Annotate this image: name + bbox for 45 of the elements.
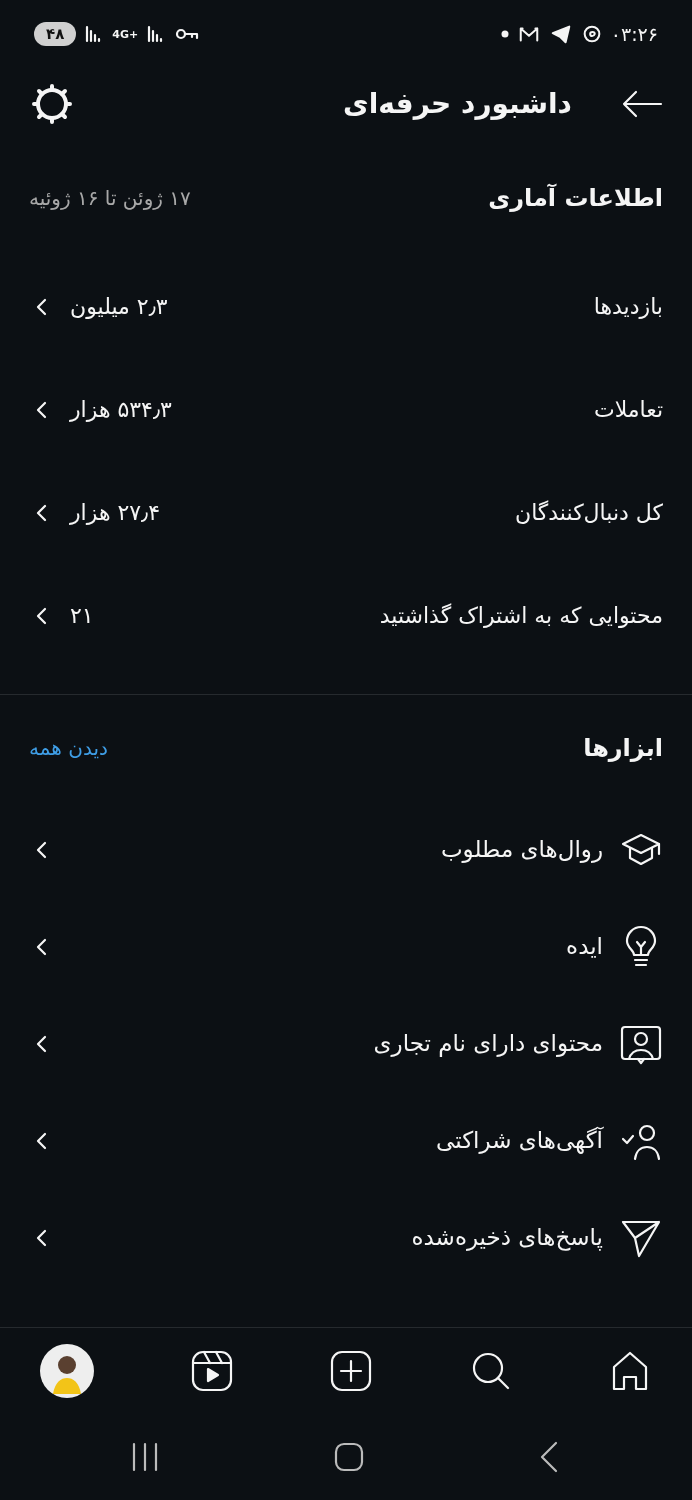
reels-tab[interactable] bbox=[189, 1348, 234, 1393]
stat-label: بازدیدها bbox=[593, 293, 663, 321]
stat-value: ۲۷٫۴ هزار bbox=[70, 499, 161, 527]
tool-row[interactable]: آگهی‌های شراکتی bbox=[0, 1092, 692, 1189]
create-icon bbox=[329, 1348, 373, 1393]
battery-level: ۴۸ bbox=[34, 21, 77, 47]
reels-icon bbox=[189, 1348, 234, 1393]
stat-row[interactable]: محتوایی که به اشتراک گذاشتید ۲۱ bbox=[0, 564, 692, 667]
stat-value: ۲٫۳ میلیون bbox=[70, 293, 168, 321]
tool-label: ایده bbox=[566, 932, 603, 962]
stat-row[interactable]: بازدیدها ۲٫۳ میلیون bbox=[0, 255, 692, 358]
profile-tab[interactable] bbox=[40, 1343, 94, 1398]
recent-apps-button[interactable] bbox=[130, 1441, 160, 1472]
see-all-link[interactable]: دیدن همه bbox=[29, 733, 108, 763]
settings-button[interactable] bbox=[30, 82, 74, 126]
clock-time: ۰۳:۲۶ bbox=[610, 21, 658, 47]
tool-label: پاسخ‌های ذخیره‌شده bbox=[411, 1223, 603, 1253]
recent-apps-icon bbox=[130, 1441, 160, 1472]
tool-row[interactable]: روال‌های مطلوب bbox=[0, 801, 692, 898]
tool-row[interactable]: محتوای دارای نام تجاری bbox=[0, 995, 692, 1092]
stat-value: ۵۳۴٫۳ هزار bbox=[70, 396, 172, 424]
section-heading: ابزارها bbox=[583, 733, 663, 764]
settings-icon bbox=[30, 82, 74, 126]
stat-label: تعاملات bbox=[593, 396, 663, 424]
date-range: ۱۷ ژوئن تا ۱۶ ژوئیه bbox=[29, 184, 191, 212]
stat-label: محتوایی که به اشتراک گذاشتید bbox=[379, 602, 663, 630]
tool-label: آگهی‌های شراکتی bbox=[436, 1125, 603, 1156]
stat-row[interactable]: تعاملات ۵۳۴٫۳ هزار bbox=[0, 358, 692, 461]
tool-row[interactable]: پاسخ‌های ذخیره‌شده bbox=[0, 1189, 692, 1286]
system-home-button[interactable] bbox=[334, 1441, 364, 1472]
page-title: داشبورد حرفه‌ای bbox=[343, 86, 572, 122]
create-tab[interactable] bbox=[329, 1348, 373, 1393]
back-button[interactable] bbox=[620, 89, 664, 119]
home-outline-icon bbox=[334, 1441, 364, 1472]
network-type: 4G+ bbox=[112, 28, 139, 40]
stat-value: ۲۱ bbox=[70, 602, 94, 630]
dot-icon bbox=[500, 30, 509, 38]
section-heading: اطلاعات آماری bbox=[488, 182, 663, 214]
tool-label: روال‌های مطلوب bbox=[440, 835, 603, 865]
back-arrow-icon bbox=[620, 89, 664, 119]
tool-label: محتوای دارای نام تجاری bbox=[373, 1029, 603, 1059]
stat-row[interactable]: کل دنبال‌کنندگان ۲۷٫۴ هزار bbox=[0, 461, 692, 564]
tool-row[interactable]: ایده bbox=[0, 898, 692, 995]
avatar bbox=[40, 1343, 94, 1398]
stat-label: کل دنبال‌کنندگان bbox=[515, 499, 663, 527]
